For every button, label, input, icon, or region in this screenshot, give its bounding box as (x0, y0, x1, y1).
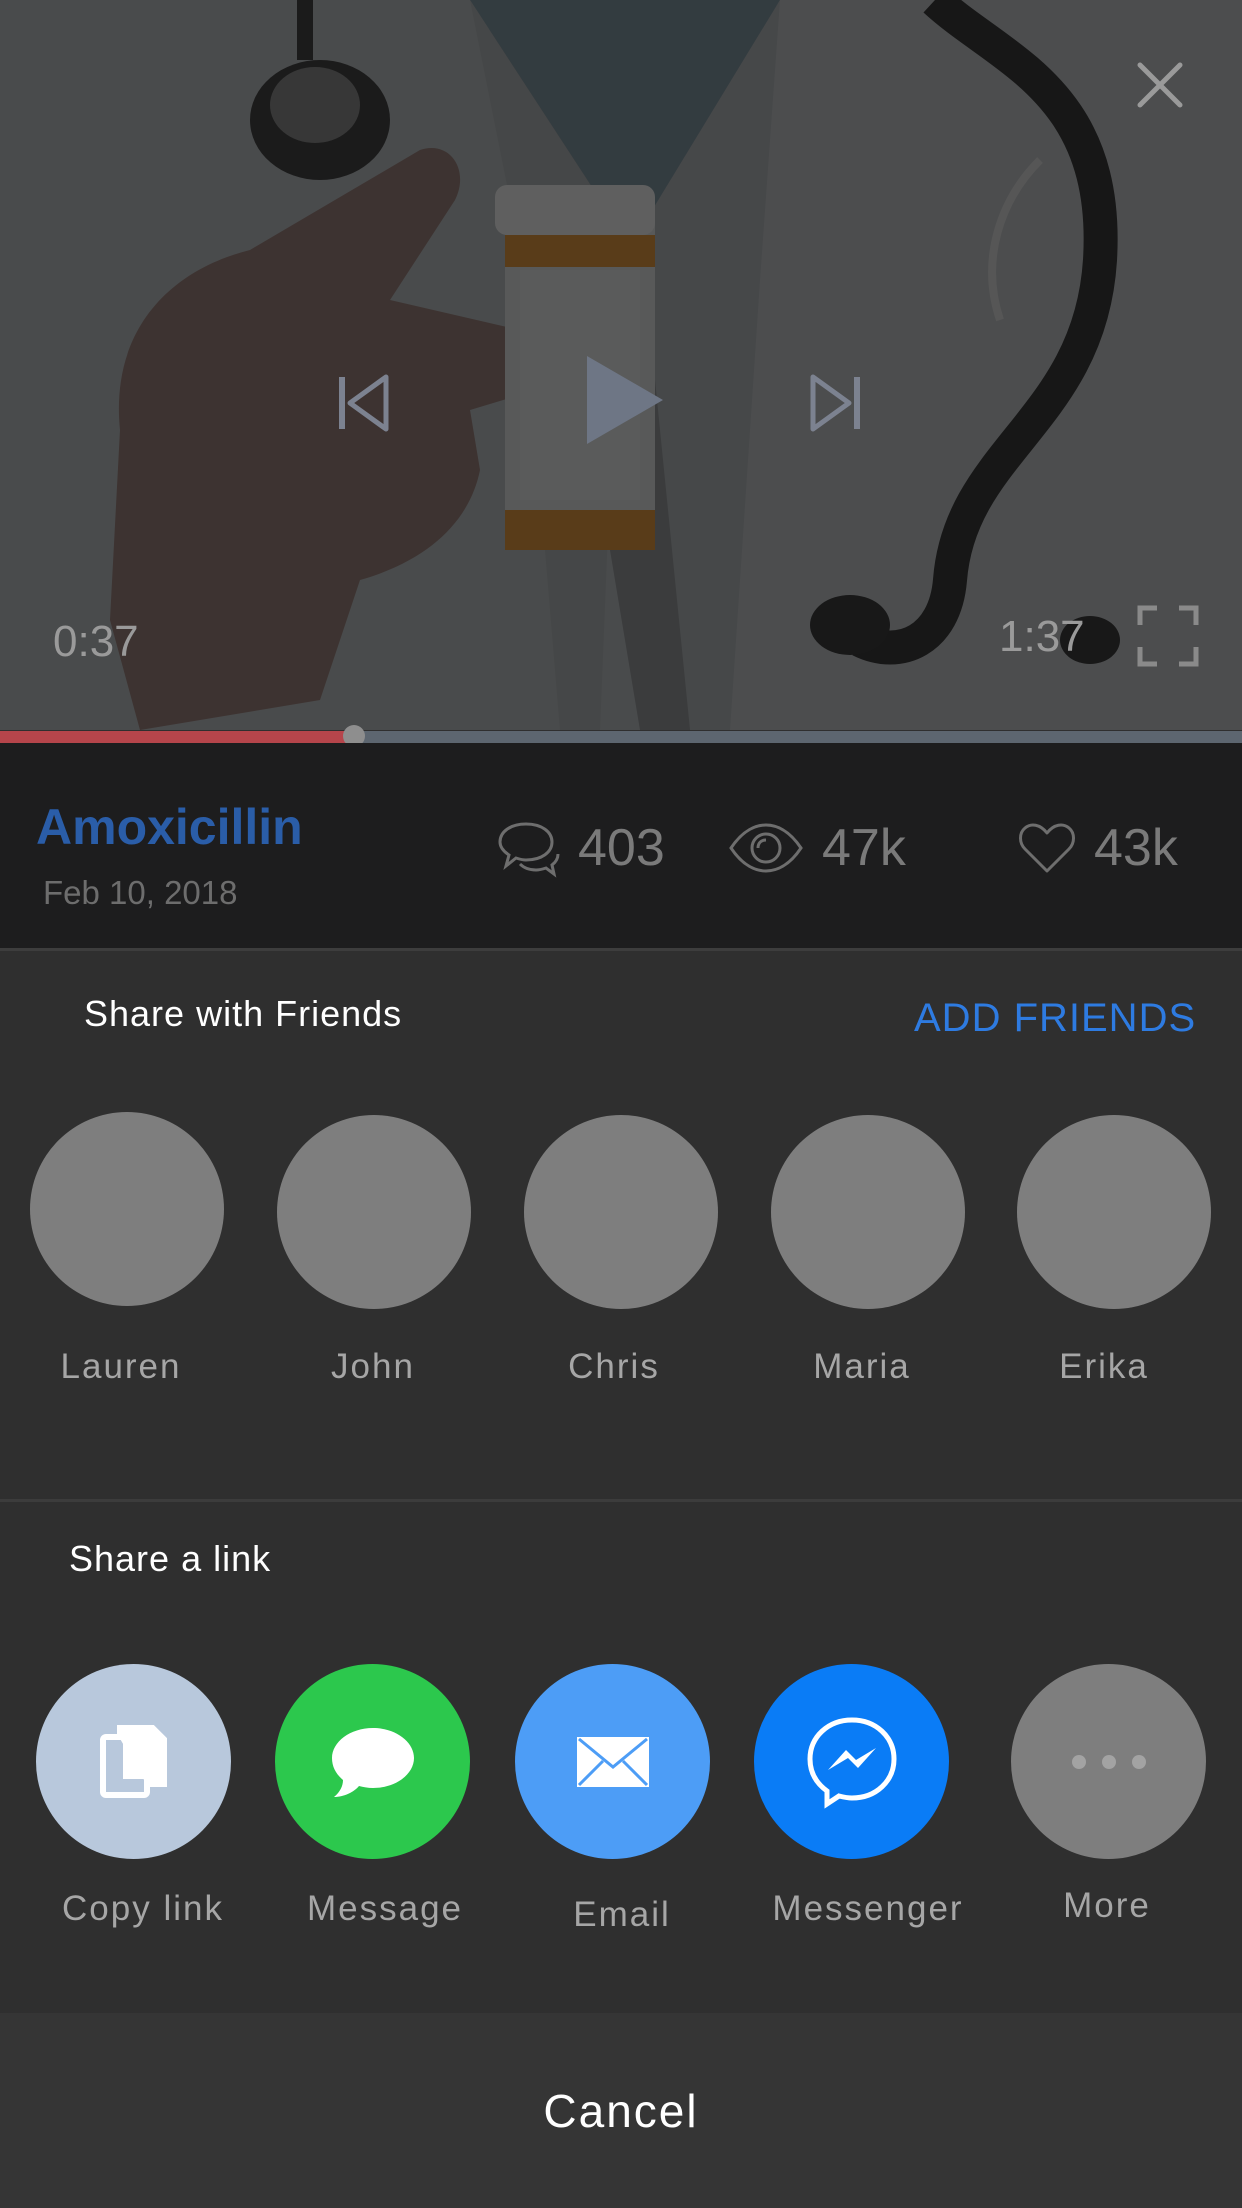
messenger-label: Messenger (772, 1889, 964, 1928)
more-button[interactable] (1011, 1664, 1206, 1859)
heart-icon (1019, 823, 1075, 873)
previous-button[interactable] (330, 370, 395, 435)
cancel-label: Cancel (543, 2084, 699, 2137)
more-label: More (1063, 1886, 1151, 1925)
views-stat: 47k (728, 818, 906, 878)
comments-icon (498, 822, 560, 878)
messenger-button[interactable] (754, 1664, 949, 1859)
copy-link-label: Copy link (62, 1889, 224, 1928)
friend-chris[interactable] (524, 1115, 718, 1309)
friend-name: John (331, 1347, 415, 1386)
video-title: Amoxicillin (36, 799, 303, 855)
video-date: Feb 10, 2018 (43, 874, 238, 911)
fullscreen-icon (1137, 605, 1199, 667)
progress-fill (0, 731, 354, 743)
divider (0, 948, 1242, 951)
previous-icon (338, 374, 388, 431)
share-with-friends-title: Share with Friends (84, 993, 403, 1034)
next-button[interactable] (803, 370, 868, 435)
avatar (771, 1115, 965, 1309)
comments-count: 403 (578, 819, 665, 877)
email-button[interactable] (515, 1664, 710, 1859)
eye-icon (729, 823, 803, 873)
more-icon (1071, 1754, 1146, 1769)
friend-name: Chris (568, 1347, 660, 1386)
friend-name: Erika (1059, 1347, 1149, 1386)
current-time: 0:37 (53, 617, 139, 666)
avatar (277, 1115, 471, 1309)
avatar (30, 1112, 224, 1306)
friend-maria[interactable] (771, 1115, 965, 1309)
close-icon (1137, 62, 1183, 108)
friend-erika[interactable] (1017, 1115, 1211, 1309)
email-label: Email (573, 1895, 671, 1934)
next-icon (810, 374, 860, 431)
divider (0, 1499, 1242, 1502)
message-label: Message (306, 1889, 464, 1928)
friend-lauren[interactable] (30, 1112, 224, 1306)
message-button[interactable] (275, 1664, 470, 1859)
avatar (1017, 1115, 1211, 1309)
likes-stat[interactable]: 43k (1018, 818, 1178, 878)
message-icon (331, 1727, 414, 1797)
add-friends-button[interactable]: ADD FRIENDS (914, 996, 1196, 1041)
friend-name: Lauren (60, 1347, 182, 1386)
messenger-icon (806, 1716, 897, 1809)
fullscreen-button[interactable] (1136, 604, 1200, 668)
copy-icon (99, 1724, 167, 1798)
share-a-link-title: Share a link (69, 1538, 272, 1579)
video-player[interactable]: 0:37 1:37 (0, 0, 1242, 730)
email-icon (576, 1736, 649, 1787)
friend-name: Maria (813, 1347, 911, 1386)
cancel-button[interactable]: Cancel (0, 2013, 1242, 2208)
likes-count: 43k (1094, 819, 1178, 877)
views-count: 47k (822, 819, 906, 877)
friend-john[interactable] (277, 1115, 471, 1309)
play-button[interactable] (575, 345, 675, 455)
play-icon (587, 356, 663, 444)
avatar (524, 1115, 718, 1309)
duration: 1:37 (999, 612, 1085, 661)
close-button[interactable] (1130, 55, 1190, 115)
comments-stat[interactable]: 403 (496, 818, 665, 878)
copy-link-button[interactable] (36, 1664, 231, 1859)
